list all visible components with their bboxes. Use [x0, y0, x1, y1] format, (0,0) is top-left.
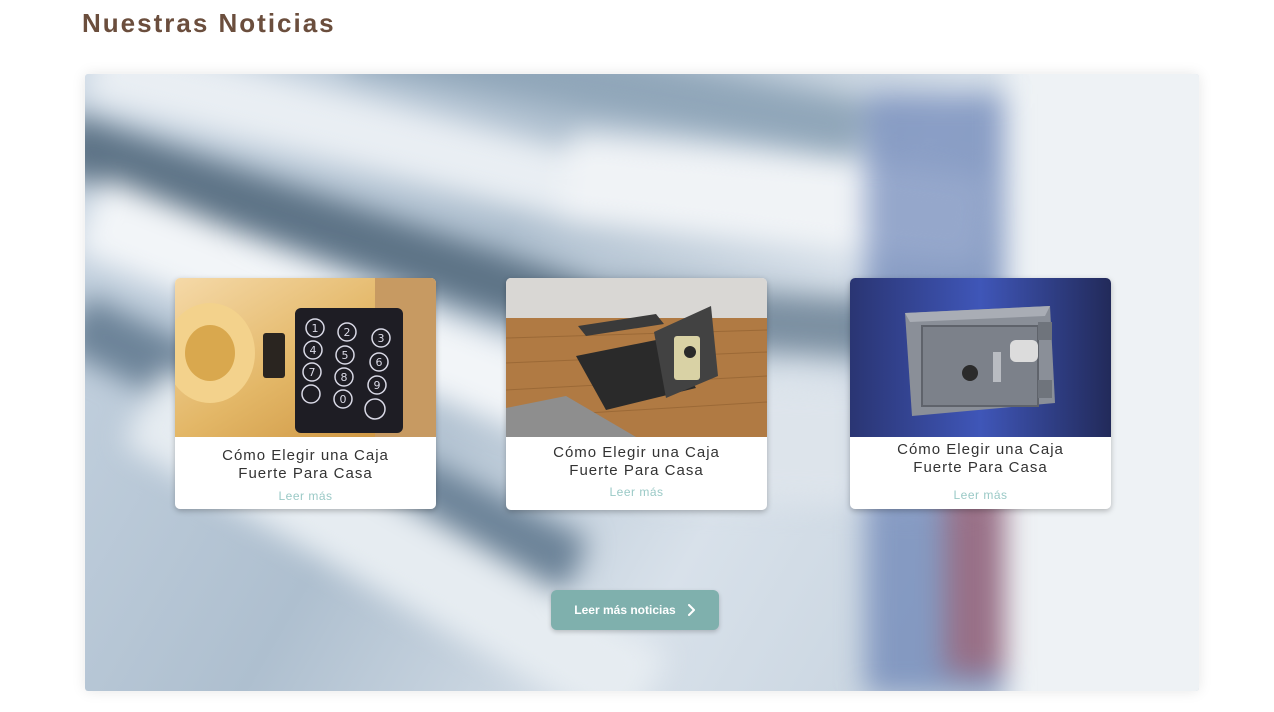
news-card-title[interactable]: Cómo Elegir una Caja Fuerte Para Casa [205, 447, 406, 483]
svg-text:4: 4 [310, 344, 317, 357]
chevron-right-icon [687, 604, 695, 616]
section-title: Nuestras Noticias [82, 8, 336, 38]
read-more-link[interactable]: Leer más [850, 488, 1111, 502]
svg-text:8: 8 [341, 371, 348, 384]
svg-text:1: 1 [312, 322, 319, 335]
svg-text:5: 5 [342, 349, 349, 362]
news-card: Cómo Elegir una Caja Fuerte Para Casa Le… [506, 278, 767, 510]
svg-text:2: 2 [344, 326, 351, 339]
svg-text:6: 6 [376, 356, 383, 369]
news-card-title[interactable]: Cómo Elegir una Caja Fuerte Para Casa [536, 444, 737, 480]
news-card: Cómo Elegir una Caja Fuerte Para Casa Le… [850, 278, 1111, 509]
gray-safe-image [850, 278, 1111, 437]
read-more-link[interactable]: Leer más [175, 489, 436, 503]
news-background-image: 1 2 3 4 5 6 7 8 9 0 Cómo Elegir una Caja Fuert… [85, 74, 1199, 691]
svg-text:7: 7 [309, 366, 316, 379]
more-news-button[interactable]: Leer más noticias [551, 590, 719, 630]
keypad-safe-image: 1 2 3 4 5 6 7 8 9 0 [175, 278, 436, 437]
news-cards: 1 2 3 4 5 6 7 8 9 0 Cómo Elegir una Caja Fuert… [85, 74, 1199, 691]
svg-text:0: 0 [340, 393, 347, 406]
floor-safe-image [506, 278, 767, 437]
svg-text:3: 3 [378, 332, 385, 345]
more-news-label: Leer más noticias [574, 603, 676, 617]
read-more-link[interactable]: Leer más [506, 485, 767, 499]
news-section: Nuestras Noticias 1 2 3 4 5 6 7 8 9 0 Có… [0, 0, 1274, 712]
news-card: 1 2 3 4 5 6 7 8 9 0 Cómo Elegir una Caja Fuert… [175, 278, 436, 509]
svg-text:9: 9 [374, 379, 381, 392]
news-card-title[interactable]: Cómo Elegir una Caja Fuerte Para Casa [880, 441, 1081, 477]
